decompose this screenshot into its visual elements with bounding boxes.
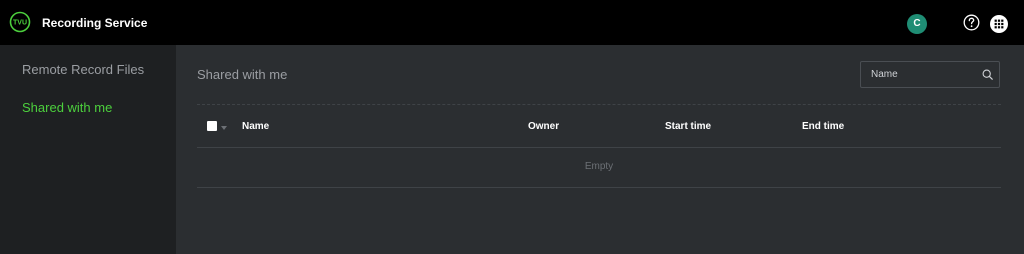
app-title: Recording Service (42, 16, 148, 30)
search-input[interactable] (861, 62, 979, 87)
search-icon[interactable] (982, 69, 993, 80)
chevron-down-icon[interactable] (221, 126, 227, 130)
column-header-name[interactable]: Name (242, 121, 269, 133)
apps-grid-icon[interactable] (990, 15, 1008, 33)
app-root: TVU Recording Service C Remote Record Fi… (0, 0, 1024, 254)
sidebar: Remote Record Files Shared with me (0, 45, 176, 254)
divider (197, 104, 1001, 105)
table-empty-row: Empty (197, 147, 1001, 188)
sidebar-item-remote-record-files[interactable]: Remote Record Files (22, 62, 144, 78)
search-box[interactable] (860, 61, 1000, 88)
empty-state-text: Empty (584, 161, 614, 172)
main-content: Shared with me Name Owner Start time End… (176, 45, 1024, 254)
tvu-logo-icon: TVU (9, 11, 31, 33)
column-header-owner[interactable]: Owner (528, 121, 559, 133)
select-all-checkbox[interactable] (207, 121, 217, 131)
user-avatar[interactable]: C (907, 14, 927, 34)
top-header: TVU Recording Service C (0, 0, 1024, 45)
question-circle-icon[interactable] (963, 14, 980, 31)
column-header-start-time[interactable]: Start time (665, 121, 711, 133)
column-header-end-time[interactable]: End time (802, 121, 844, 133)
page-title: Shared with me (197, 67, 288, 82)
table-header: Name Owner Start time End time (197, 111, 1001, 148)
svg-text:TVU: TVU (13, 20, 27, 27)
sidebar-item-shared-with-me[interactable]: Shared with me (22, 100, 112, 116)
